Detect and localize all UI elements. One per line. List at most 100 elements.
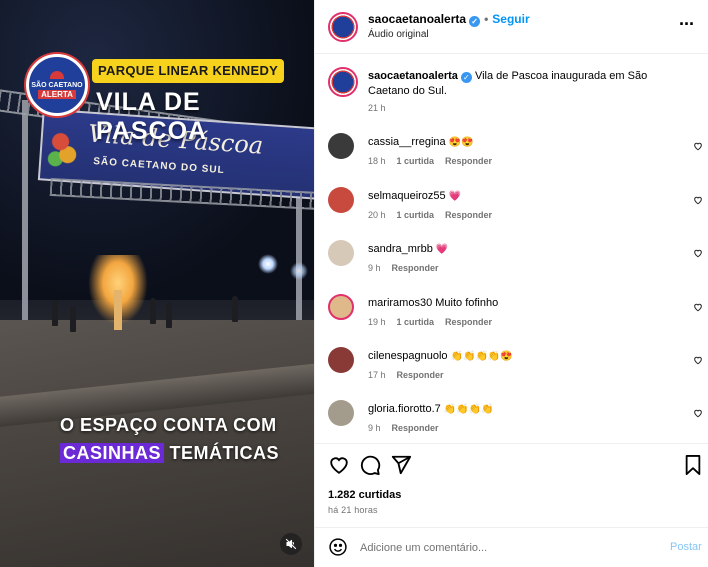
comment-time[interactable]: 17 h	[368, 370, 386, 380]
header-username[interactable]: saocaetanoalerta	[368, 12, 466, 26]
reply-button[interactable]: Responder	[392, 423, 439, 433]
comment-username[interactable]: cilenespagnuolo	[368, 350, 448, 362]
more-horizontal-icon[interactable]: ···	[679, 14, 695, 35]
comment-body: 💗	[435, 244, 449, 255]
location-tag: PARQUE LINEAR KENNEDY	[92, 59, 285, 83]
comment-like-heart-icon[interactable]	[693, 195, 703, 208]
caption-rest: TEMÁTICAS	[164, 443, 280, 463]
avatar[interactable]	[328, 133, 354, 159]
video-headline: VILA DE PASCOA	[96, 88, 208, 145]
avatar[interactable]	[328, 12, 358, 42]
comment-like-heart-icon[interactable]	[693, 141, 703, 154]
send-icon[interactable]	[390, 454, 412, 476]
person-silhouette	[52, 300, 58, 326]
comment-username[interactable]: selmaqueiroz55	[368, 190, 446, 202]
caption-text: saocaetanoalerta ✓ Vila de Pascoa inaugur…	[368, 69, 688, 99]
comment-text: mariramos30 Muito fofinho	[368, 296, 688, 311]
verified-badge-icon: ✓	[460, 72, 472, 83]
street-lamp	[258, 254, 278, 274]
avatar[interactable]	[328, 294, 354, 320]
audio-link[interactable]: Áudio original	[368, 29, 429, 40]
alarm-light-icon	[50, 71, 64, 79]
caption-time[interactable]: 21 h	[368, 103, 386, 113]
person-silhouette	[150, 298, 156, 324]
logo-text-bottom: ALERTA	[38, 90, 76, 99]
comment-meta: 18 h 1 curtida Responder	[368, 156, 503, 166]
verified-badge-icon: ✓	[469, 16, 481, 27]
comment-meta: 19 h 1 curtida Responder	[368, 317, 503, 327]
street-lamp	[290, 262, 308, 280]
comment-body: Muito fofinho	[435, 297, 499, 309]
comment-like-heart-icon[interactable]	[693, 302, 703, 315]
comment-time[interactable]: 20 h	[368, 210, 386, 220]
comment-time[interactable]: 9 h	[368, 423, 381, 433]
video-caption-line1: O ESPAÇO CONTA COM	[60, 415, 277, 435]
reply-button[interactable]: Responder	[392, 263, 439, 273]
comment-icon[interactable]	[359, 454, 381, 476]
caption-meta: 21 h	[368, 103, 397, 113]
reply-button[interactable]: Responder	[445, 210, 492, 220]
comment-like-heart-icon[interactable]	[693, 408, 703, 421]
person-silhouette	[166, 302, 172, 328]
post-header: saocaetanoalerta ✓ • Seguir Áudio original …	[315, 0, 708, 54]
comment-meta: 17 h Responder	[368, 370, 455, 380]
comment-meta: 20 h 1 curtida Responder	[368, 210, 503, 220]
comment-likes[interactable]: 1 curtida	[397, 210, 435, 220]
comment-time[interactable]: 18 h	[368, 156, 386, 166]
comment-body: 👏👏👏👏	[443, 404, 494, 415]
comment-like-heart-icon[interactable]	[693, 248, 703, 261]
avatar[interactable]	[328, 187, 354, 213]
comment-text: cilenespagnuolo 👏👏👏👏😍	[368, 349, 688, 364]
comment-body: 💗	[448, 191, 462, 202]
post-actions: 1.282 curtidas há 21 horas	[315, 443, 708, 527]
heart-icon[interactable]	[328, 454, 350, 476]
easter-eggs-icon	[42, 120, 86, 174]
reply-button[interactable]: Responder	[445, 317, 492, 327]
comments-list[interactable]: saocaetanoalerta ✓ Vila de Pascoa inaugur…	[315, 55, 708, 443]
avatar[interactable]	[328, 67, 358, 97]
caption-highlight: CASINHAS	[60, 443, 165, 463]
comment-input[interactable]	[360, 538, 640, 558]
post-button[interactable]: Postar	[670, 541, 702, 553]
comment-username[interactable]: sandra_mrbb	[368, 243, 433, 255]
video-player[interactable]: Vila de Páscoa SÃO CAETANO DO SUL SÃO CA…	[0, 0, 314, 567]
caption-username[interactable]: saocaetanoalerta	[368, 70, 458, 82]
comment-text: sandra_mrbb 💗	[368, 242, 688, 257]
comment-text: cassia__rregina 😍😍	[368, 135, 688, 150]
video-caption-line2: CASINHAS TEMÁTICAS	[60, 443, 279, 464]
follow-button[interactable]: Seguir	[492, 12, 529, 26]
comment-username[interactable]: mariramos30	[368, 297, 432, 309]
comment-body: 👏👏👏👏😍	[450, 351, 513, 362]
comment-like-heart-icon[interactable]	[693, 355, 703, 368]
emoji-icon[interactable]	[328, 537, 348, 557]
reply-button[interactable]: Responder	[397, 370, 444, 380]
comment-time[interactable]: 9 h	[368, 263, 381, 273]
reply-button[interactable]: Responder	[445, 156, 492, 166]
person-silhouette	[232, 296, 238, 322]
likes-count[interactable]: 1.282 curtidas	[328, 489, 401, 501]
avatar[interactable]	[328, 400, 354, 426]
comment-username[interactable]: cassia__rregina	[368, 136, 446, 148]
avatar[interactable]	[328, 240, 354, 266]
separator-dot: •	[484, 12, 489, 26]
header-user-line: saocaetanoalerta ✓ • Seguir	[368, 12, 530, 27]
speaker-muted-icon[interactable]	[280, 533, 302, 555]
banner-subtitle: SÃO CAETANO DO SUL	[92, 155, 226, 177]
comment-likes[interactable]: 1 curtida	[397, 156, 435, 166]
comment-text: selmaqueiroz55 💗	[368, 189, 688, 204]
post-panel: saocaetanoalerta ✓ • Seguir Áudio original …	[314, 0, 708, 567]
sao-caetano-alerta-logo: SÃO CAETANO ALERTA	[26, 54, 88, 116]
person-silhouette	[70, 306, 76, 332]
comment-meta: 9 h Responder	[368, 423, 450, 433]
comment-body: 😍😍	[448, 137, 474, 148]
comment-meta: 9 h Responder	[368, 263, 450, 273]
comment-username[interactable]: gloria.fiorotto.7	[368, 403, 441, 415]
comment-likes[interactable]: 1 curtida	[397, 317, 435, 327]
avatar[interactable]	[328, 347, 354, 373]
bookmark-icon[interactable]	[683, 454, 705, 476]
tree-trunk	[114, 290, 122, 330]
comment-time[interactable]: 19 h	[368, 317, 386, 327]
logo-text-top: SÃO CAETANO	[31, 82, 83, 89]
posted-time[interactable]: há 21 horas	[328, 505, 378, 515]
comment-text: gloria.fiorotto.7 👏👏👏👏	[368, 402, 688, 417]
